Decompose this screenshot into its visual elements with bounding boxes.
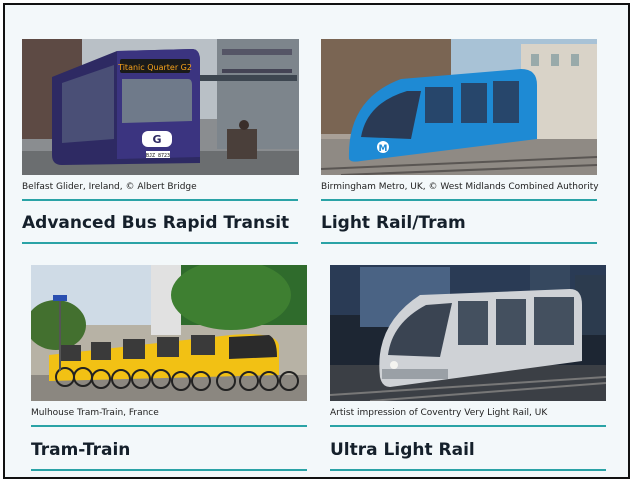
card-light-rail[interactable]: M Birmingham Metro, UK, © West Midlands … bbox=[321, 39, 611, 249]
destination-sign: Titanic Quarter G2 bbox=[117, 63, 192, 72]
photo-caption: Birmingham Metro, UK, © West Midlands Co… bbox=[321, 182, 599, 192]
accent-rule bbox=[330, 469, 606, 471]
metro-logo: M bbox=[379, 144, 388, 154]
card-title[interactable]: Advanced Bus Rapid Transit bbox=[22, 212, 289, 234]
photo-caption: Belfast Glider, Ireland, © Albert Bridge bbox=[22, 182, 197, 192]
coventry-vlr-photo bbox=[330, 265, 606, 401]
belfast-glider-photo: Titanic Quarter G2 G BJZ 8723 bbox=[22, 39, 299, 175]
card-ultra-light-rail[interactable]: Artist impression of Coventry Very Light… bbox=[330, 265, 620, 475]
accent-rule bbox=[330, 425, 606, 427]
card-advanced-brt[interactable]: Titanic Quarter G2 G BJZ 8723 Belfast Gl… bbox=[22, 39, 299, 249]
license-plate: BJZ 8723 bbox=[146, 153, 170, 159]
photo-caption: Artist impression of Coventry Very Light… bbox=[330, 408, 548, 418]
card-title[interactable]: Light Rail/Tram bbox=[321, 212, 466, 234]
accent-rule bbox=[22, 242, 298, 244]
accent-rule bbox=[321, 242, 597, 244]
page-frame: Titanic Quarter G2 G BJZ 8723 Belfast Gl… bbox=[3, 3, 630, 479]
accent-rule bbox=[31, 469, 307, 471]
card-tram-train[interactable]: Mulhouse Tram-Train, France Tram-Train bbox=[31, 265, 311, 475]
accent-rule bbox=[31, 425, 307, 427]
accent-rule bbox=[22, 199, 298, 201]
mulhouse-tram-train-photo bbox=[31, 265, 307, 401]
card-title[interactable]: Tram-Train bbox=[31, 439, 130, 461]
photo-caption: Mulhouse Tram-Train, France bbox=[31, 408, 159, 418]
glider-logo: G bbox=[152, 133, 161, 146]
card-title[interactable]: Ultra Light Rail bbox=[330, 439, 475, 461]
accent-rule bbox=[321, 199, 597, 201]
birmingham-tram-photo: M bbox=[321, 39, 597, 175]
